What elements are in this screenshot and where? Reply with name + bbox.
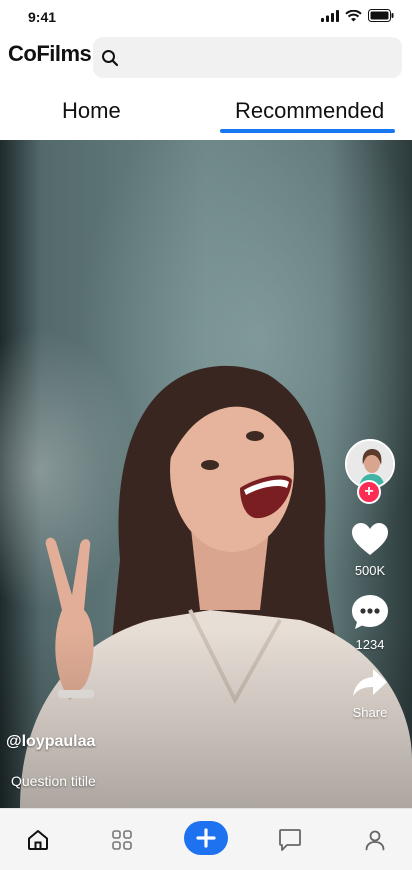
- share-label: Share: [352, 705, 388, 720]
- status-icons: [321, 9, 394, 22]
- profile-icon[interactable]: [363, 828, 387, 852]
- feed-tabs: Home Recommended: [0, 88, 412, 138]
- share-action[interactable]: Share: [340, 668, 400, 720]
- status-time: 9:41: [28, 9, 57, 25]
- signal-icon: [321, 9, 339, 22]
- nav-discover[interactable]: [107, 825, 137, 855]
- nav-home[interactable]: [23, 825, 53, 855]
- wifi-icon: [345, 9, 362, 21]
- plus-icon[interactable]: [196, 828, 216, 848]
- like-count: 500K: [354, 563, 386, 578]
- grid-icon[interactable]: [111, 829, 133, 851]
- video-username[interactable]: @loypaulaa: [6, 733, 95, 751]
- nav-profile[interactable]: [360, 825, 390, 855]
- comment-icon[interactable]: [351, 594, 389, 630]
- status-bar: 9:41: [0, 0, 412, 32]
- share-icon[interactable]: [352, 668, 388, 698]
- battery-icon: [368, 9, 394, 22]
- home-icon[interactable]: [26, 828, 50, 852]
- chat-icon[interactable]: [277, 827, 303, 853]
- like-action[interactable]: 500K: [340, 522, 400, 578]
- comment-action[interactable]: 1234: [340, 594, 400, 652]
- search-input[interactable]: [126, 37, 396, 78]
- active-tab-indicator: [220, 129, 395, 133]
- comment-count: 1234: [355, 637, 385, 652]
- app-logo[interactable]: CoFilms: [8, 41, 92, 67]
- follow-plus-button[interactable]: +: [357, 480, 381, 504]
- tab-home[interactable]: Home: [62, 98, 121, 124]
- nav-create-button[interactable]: [184, 821, 228, 855]
- bottom-nav: [0, 808, 412, 870]
- tab-recommended[interactable]: Recommended: [235, 98, 384, 124]
- heart-icon[interactable]: [351, 522, 389, 556]
- nav-inbox[interactable]: [275, 825, 305, 855]
- header: CoFilms: [0, 32, 412, 84]
- search-icon[interactable]: [100, 48, 120, 68]
- video-title: Question titile: [11, 773, 96, 789]
